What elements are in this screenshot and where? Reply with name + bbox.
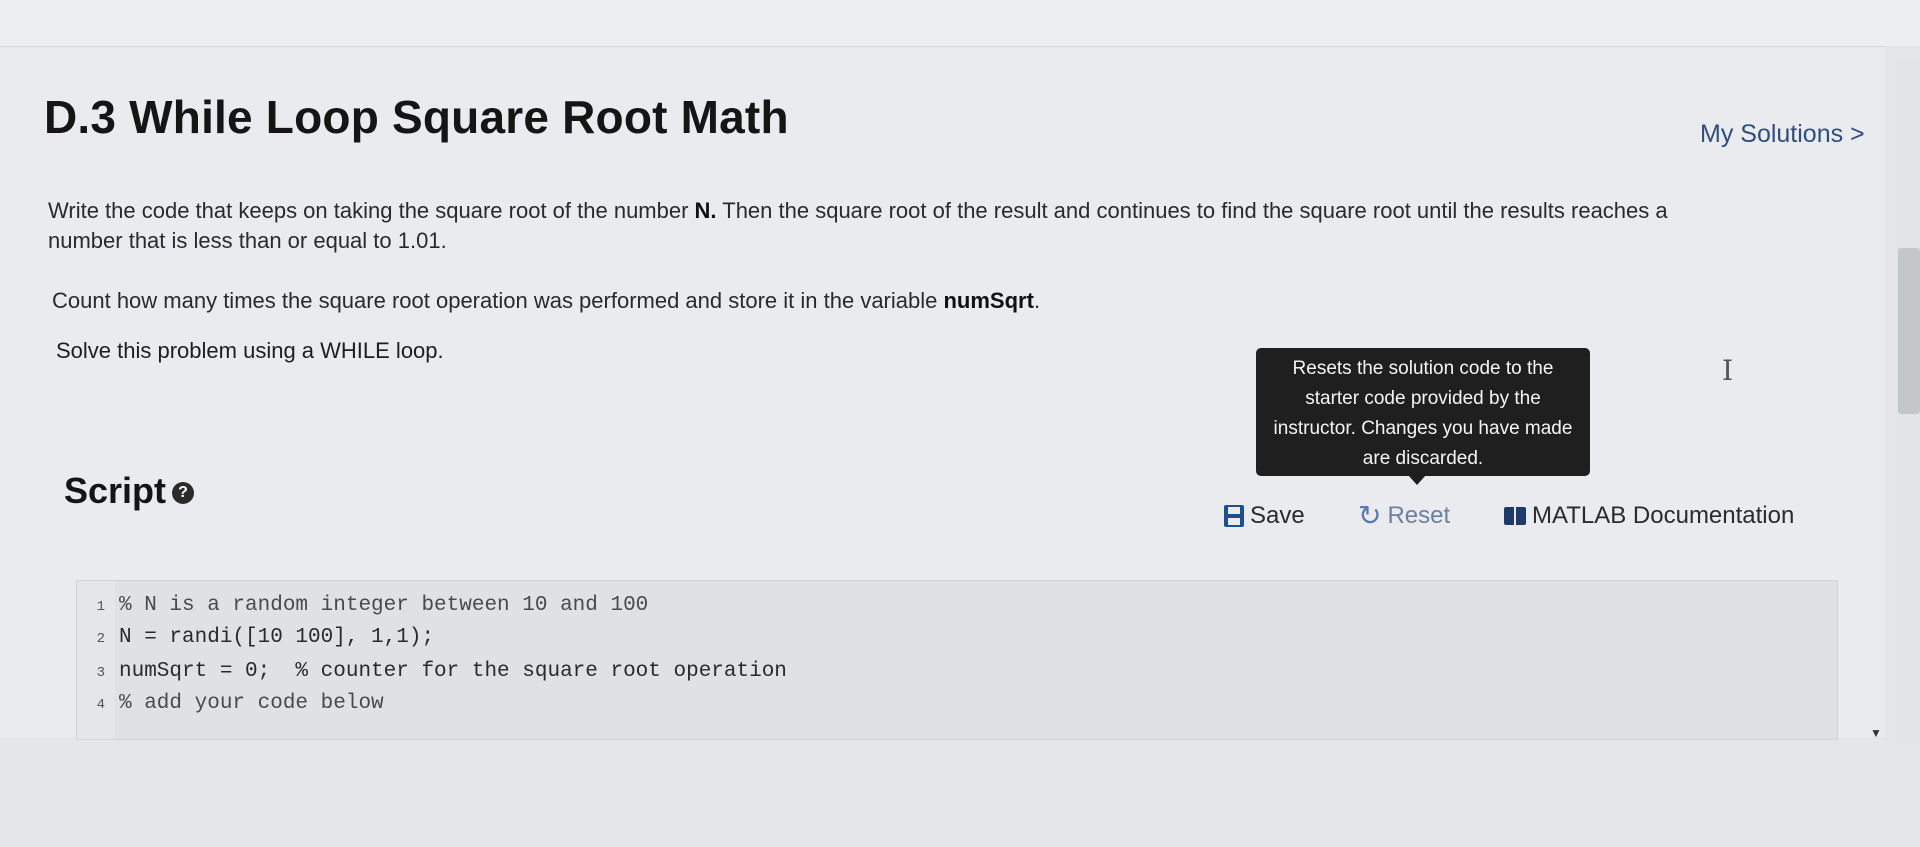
code-text[interactable]: N = randi([10 100], 1,1); [119,626,434,649]
scroll-down-arrow-icon[interactable]: ▼ [1870,726,1882,740]
code-text[interactable]: numSqrt = 0; % counter for the square ro… [119,660,787,683]
line-number: 4 [96,697,105,713]
reset-tooltip: Resets the solution code to the starter … [1256,348,1590,485]
matlab-documentation-label: MATLAB Documentation [1532,502,1795,529]
problem-count-instruction: Count how many times the square root ope… [52,288,1041,313]
code-editor[interactable]: 1 % N is a random integer between 10 and … [76,580,1838,740]
problem-while-instruction: Solve this problem using a WHILE loop. [56,338,444,363]
code-text[interactable]: % N is a random integer between 10 and 1… [119,594,648,617]
matlab-documentation-button[interactable]: MATLAB Documentation [1504,502,1794,530]
code-line[interactable]: 4 % add your code below [77,689,1837,719]
script-heading: Script? [64,470,195,512]
variable-numsqrt: numSqrt [943,288,1034,313]
scrollbar-thumb[interactable] [1898,248,1920,414]
code-line[interactable]: 2 N = randi([10 100], 1,1); [77,623,1837,653]
my-solutions-link[interactable]: My Solutions > [1700,120,1865,149]
line-number: 2 [96,631,105,647]
top-strip [0,0,1920,46]
code-line[interactable]: 1 % N is a random integer between 10 and … [77,591,1837,621]
reset-icon: ↻ [1358,500,1382,531]
save-label: Save [1250,502,1305,529]
save-button[interactable]: Save [1224,502,1305,530]
help-icon[interactable]: ? [172,482,195,505]
line-number: 1 [96,599,105,615]
code-line[interactable]: 3 numSqrt = 0; % counter for the square r… [77,657,1837,687]
code-text[interactable]: % add your code below [119,692,384,715]
reset-button[interactable]: ↻ Reset [1358,502,1450,530]
variable-n: N. [694,198,717,223]
text-cursor-icon: I [1722,354,1734,387]
page-title: D.3 While Loop Square Root Math [44,91,789,143]
reset-label: Reset [1387,502,1451,529]
line-number: 3 [96,665,105,681]
book-icon [1504,507,1526,525]
problem-description: Write the code that keeps on taking the … [48,198,1668,253]
save-icon [1224,505,1244,527]
